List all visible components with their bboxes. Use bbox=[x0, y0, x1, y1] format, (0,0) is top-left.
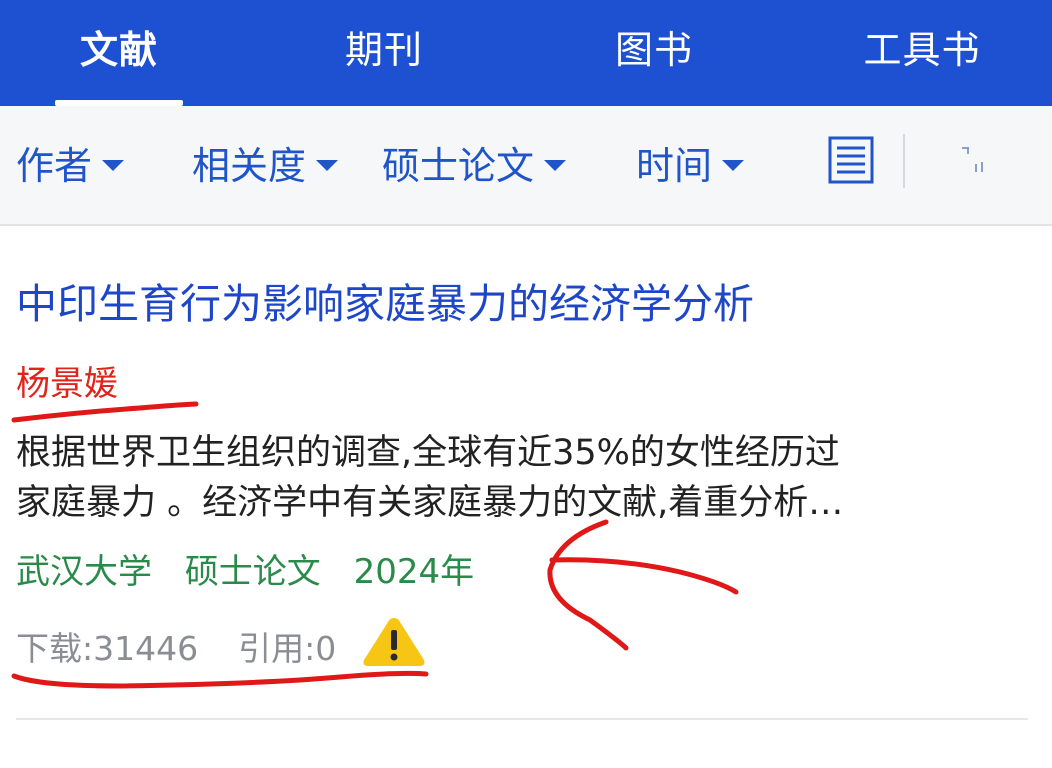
abstract-line-1: 根据世界卫生组织的调查,全球有近35%的女性经历过 bbox=[16, 433, 840, 473]
result-divider bbox=[16, 718, 1028, 720]
filter-relevance-dropdown[interactable]: 相关度 bbox=[192, 138, 339, 194]
result-abstract: 根据世界卫生组织的调查,全球有近35%的女性经历过 家庭暴力 。经济学中有关家庭… bbox=[16, 428, 1026, 528]
filter-bar: 作者 相关度 硕士论文 时间 bbox=[0, 106, 1052, 226]
list-view-icon[interactable] bbox=[828, 136, 874, 184]
top-tab-bar: 文献 期刊 图书 工具书 bbox=[0, 0, 1052, 106]
tab-reference-books[interactable]: 工具书 bbox=[842, 22, 1002, 78]
stats-underline-stroke bbox=[11, 670, 429, 689]
caret-down-icon bbox=[102, 160, 125, 171]
arrow-stroke bbox=[547, 519, 629, 651]
result-institution[interactable]: 武汉大学 bbox=[16, 552, 152, 592]
result-stats: 下载:31446 引用:0 bbox=[16, 622, 336, 670]
toolbar-divider bbox=[903, 134, 905, 188]
result-meta: 武汉大学 硕士论文 2024年 bbox=[16, 544, 496, 593]
caret-down-icon bbox=[722, 160, 745, 171]
filter-time-label: 时间 bbox=[636, 144, 713, 188]
abstract-line-2: 家庭暴力 。经济学中有关家庭暴力的文献,着重分析… bbox=[16, 483, 844, 523]
grid-view-icon[interactable] bbox=[956, 140, 988, 180]
caret-down-icon bbox=[544, 160, 567, 171]
caret-down-icon bbox=[316, 160, 339, 171]
result-doc-type: 硕士论文 bbox=[184, 552, 321, 592]
filter-doctype-dropdown[interactable]: 硕士论文 bbox=[382, 138, 567, 194]
result-title-link[interactable]: 中印生育行为影响家庭暴力的经济学分析 bbox=[16, 270, 754, 330]
filter-author-dropdown[interactable]: 作者 bbox=[16, 138, 125, 194]
tab-journals[interactable]: 期刊 bbox=[320, 22, 448, 78]
download-count: 下载:31446 bbox=[16, 629, 199, 668]
filter-time-dropdown[interactable]: 时间 bbox=[636, 138, 745, 194]
filter-doctype-label: 硕士论文 bbox=[382, 144, 535, 188]
warning-icon[interactable] bbox=[360, 614, 428, 670]
arrow-tail-stroke bbox=[549, 557, 739, 595]
result-author-link[interactable]: 杨景媛 bbox=[16, 356, 118, 405]
filter-author-label: 作者 bbox=[16, 144, 93, 188]
tab-books[interactable]: 图书 bbox=[590, 22, 718, 78]
tab-literature[interactable]: 文献 bbox=[55, 22, 183, 78]
citation-count: 引用:0 bbox=[238, 629, 337, 668]
filter-relevance-label: 相关度 bbox=[192, 144, 307, 188]
result-year: 2024年 bbox=[353, 552, 475, 592]
author-underline-stroke bbox=[11, 401, 199, 423]
